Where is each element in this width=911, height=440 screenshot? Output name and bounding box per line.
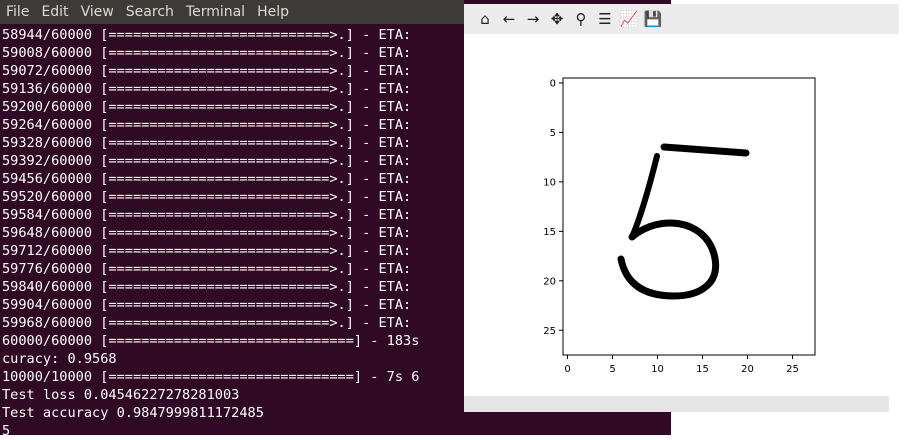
y-tick-label: 5 bbox=[550, 128, 556, 139]
terminal-line: 59520/60000 [===========================… bbox=[2, 189, 412, 205]
y-tick-label: 20 bbox=[543, 276, 556, 287]
x-tick-label: 10 bbox=[651, 364, 664, 375]
x-tick-label: 15 bbox=[696, 364, 709, 375]
terminal-line: 60000/60000 [===========================… bbox=[2, 333, 420, 349]
back-icon[interactable]: ← bbox=[498, 8, 520, 30]
terminal-line: 10000/10000 [===========================… bbox=[2, 369, 420, 385]
terminal-line: 59584/60000 [===========================… bbox=[2, 207, 412, 223]
menu-item-terminal[interactable]: Terminal bbox=[180, 4, 251, 20]
terminal-line: 59456/60000 [===========================… bbox=[2, 171, 412, 187]
terminal-line: 59072/60000 [===========================… bbox=[2, 63, 412, 79]
plot-window-bottom bbox=[464, 396, 889, 412]
y-tick-label: 0 bbox=[550, 78, 556, 89]
axes-frame bbox=[562, 77, 816, 356]
x-tick-label: 0 bbox=[564, 364, 570, 375]
terminal-line: 5 bbox=[2, 423, 11, 439]
edit-axes-icon[interactable]: 📈 bbox=[618, 8, 640, 30]
save-icon[interactable]: 💾 bbox=[642, 8, 664, 30]
zoom-icon[interactable]: ⚲ bbox=[570, 8, 592, 30]
terminal-line: 59840/60000 [===========================… bbox=[2, 279, 412, 295]
y-tick-label: 15 bbox=[543, 227, 556, 238]
terminal-line: 59968/60000 [===========================… bbox=[2, 315, 412, 331]
forward-icon[interactable]: → bbox=[522, 8, 544, 30]
subplots-icon[interactable]: ☰ bbox=[594, 8, 616, 30]
x-tick-label: 25 bbox=[786, 364, 799, 375]
menu-item-view[interactable]: View bbox=[75, 4, 120, 20]
terminal-line: curacy: 0.9568 bbox=[2, 351, 117, 367]
home-icon[interactable]: ⌂ bbox=[474, 8, 496, 30]
terminal-line: 58944/60000 [===========================… bbox=[2, 27, 412, 43]
plot-window: ⌂ ← → ✥ ⚲ ☰ 📈 💾 0 5 10 15 20 25 0 5 10 15 20 25 bbox=[464, 4, 899, 396]
terminal-line: 59200/60000 [===========================… bbox=[2, 99, 412, 115]
terminal-line: 59712/60000 [===========================… bbox=[2, 243, 412, 259]
plot-area: 0 5 10 15 20 25 0 5 10 15 20 25 bbox=[543, 77, 816, 375]
menu-item-file[interactable]: File bbox=[0, 4, 35, 20]
terminal-line: Test accuracy 0.9847999811172485 bbox=[2, 405, 264, 421]
terminal-line: 59008/60000 [===========================… bbox=[2, 45, 412, 61]
menu-item-search[interactable]: Search bbox=[120, 4, 180, 20]
x-tick-label: 5 bbox=[609, 364, 615, 375]
x-tick-label: 20 bbox=[741, 364, 754, 375]
menu-item-edit[interactable]: Edit bbox=[35, 4, 74, 20]
terminal-output: 58944/60000 [===========================… bbox=[2, 26, 419, 440]
plot-toolbar: ⌂ ← → ✥ ⚲ ☰ 📈 💾 bbox=[464, 4, 899, 34]
y-axis-ticks: 0 5 10 15 20 25 bbox=[543, 78, 563, 337]
y-tick-label: 25 bbox=[543, 326, 556, 337]
terminal-line: 59776/60000 [===========================… bbox=[2, 261, 412, 277]
pan-icon[interactable]: ✥ bbox=[546, 8, 568, 30]
terminal-line: 59648/60000 [===========================… bbox=[2, 225, 412, 241]
terminal-line: 59264/60000 [===========================… bbox=[2, 117, 412, 133]
terminal-line: 59904/60000 [===========================… bbox=[2, 297, 412, 313]
terminal-line: Test loss 0.04546227278281003 bbox=[2, 387, 240, 403]
terminal-line: 59136/60000 [===========================… bbox=[2, 81, 412, 97]
menu-item-help[interactable]: Help bbox=[251, 4, 295, 20]
terminal-menubar: File Edit View Search Terminal Help bbox=[0, 0, 464, 24]
x-axis-ticks: 0 5 10 15 20 25 bbox=[564, 355, 799, 375]
terminal-line: 59328/60000 [===========================… bbox=[2, 135, 412, 151]
y-tick-label: 10 bbox=[543, 177, 556, 188]
terminal-line: 59392/60000 [===========================… bbox=[2, 153, 412, 169]
